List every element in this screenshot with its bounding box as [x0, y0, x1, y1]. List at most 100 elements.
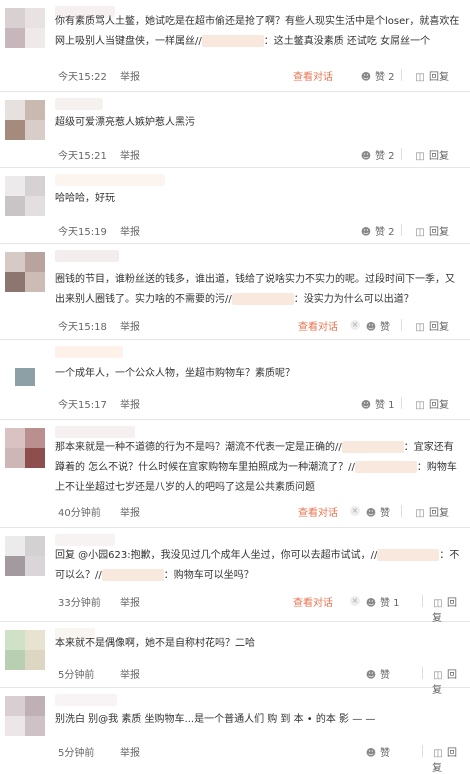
avatar[interactable] [5, 536, 45, 576]
comment-meta: 5分钟前 举报 ☻ 赞 ◫ 回复 [58, 744, 462, 774]
divider [401, 505, 402, 517]
reply-button[interactable]: ◫ 回复 [414, 396, 449, 411]
avatar[interactable] [5, 8, 45, 48]
comment-item: 一个成年人，一个公众人物，坐超市购物车？素质呢？ 今天15:17 举报 ☻ 赞 1… [0, 340, 470, 420]
comment-item: 圈钱的节目，谁粉丝送的钱多，谁出道，钱给了说啥实力不实力的呢。过段时间下一季，又… [0, 244, 470, 340]
thumbs-up-icon: ☻ [365, 670, 377, 681]
thumbs-up-icon: ☻ [365, 598, 377, 609]
divider [401, 224, 402, 236]
comment-time: 今天15:19 [58, 227, 107, 238]
comment-item: 那本来就是一种不道德的行为不是吗？潮流不代表一定是正确的//：宜家还有蹲着的 怎… [0, 420, 470, 528]
divider [401, 319, 402, 331]
avatar[interactable] [5, 348, 45, 388]
reply-button[interactable]: ◫ 回复 [414, 504, 449, 519]
like-button[interactable]: ☻ 赞 [365, 318, 390, 333]
username[interactable] [55, 534, 115, 546]
report-link[interactable]: 举报 [120, 318, 140, 333]
divider [422, 667, 423, 679]
comment-text: 你有素质骂人土鳖，她试吃是在超市偷还是抢了啊？有些人现实生活中是个loser，就… [55, 16, 460, 47]
comment-time: 5分钟前 [58, 670, 95, 681]
like-button[interactable]: ☻ 赞 1 [365, 594, 400, 609]
comment-item: 别洗白 别@我 素质 坐购物车...是一个普通人们 购 到 本 • 的本 影 —… [0, 688, 470, 774]
comment-meta: 今天15:21 举报 ☻ 赞 2 ◫ 回复 [58, 147, 462, 163]
comment-text: 回复 @小园623:抱歉，我没见过几个成年人坐过，你可以去超市试试，//：不可以… [55, 549, 460, 581]
like-button[interactable]: ☻ 赞 2 [360, 68, 395, 83]
reply-button[interactable]: ◫ 回复 [414, 68, 449, 83]
comment-time: 33分钟前 [58, 598, 101, 609]
reply-button[interactable]: ◫ 回复 [414, 318, 449, 333]
comment-text: 一个成年人，一个公众人物，坐超市购物车？素质呢？ [55, 368, 295, 379]
comment-item: 本来就不是偶像啊，她不是自称村花吗？二哈 5分钟前 举报 ☻ 赞 ◫ 回复 [0, 622, 470, 696]
avatar[interactable] [5, 428, 45, 468]
comment-meta: 33分钟前 举报 查看对话 × ☻ 赞 1 ◫ 回复 [58, 594, 462, 624]
like-button[interactable]: ☻ 赞 [365, 666, 390, 681]
username[interactable] [55, 694, 117, 706]
comment-meta: 今天15:22 举报 查看对话 ☻ 赞 2 ◫ 回复 [58, 68, 462, 84]
comment-text: 那本来就是一种不道德的行为不是吗？潮流不代表一定是正确的//：宜家还有蹲着的 怎… [55, 441, 457, 493]
delete-icon[interactable]: × [350, 506, 360, 516]
reply-button[interactable]: ◫ 回复 [432, 744, 462, 774]
username[interactable] [55, 250, 119, 262]
view-conversation-link[interactable]: 查看对话 [293, 594, 333, 609]
reply-icon: ◫ [433, 598, 443, 609]
avatar[interactable] [5, 252, 45, 292]
reply-icon: ◫ [415, 72, 425, 83]
thumbs-up-icon: ☻ [360, 72, 372, 83]
comment-time: 今天15:21 [58, 151, 107, 162]
thumbs-up-icon: ☻ [360, 151, 372, 162]
comment-item: 超级可爱漂亮惹人嫉妒惹人黑污 今天15:21 举报 ☻ 赞 2 ◫ 回复 [0, 92, 470, 168]
report-link[interactable]: 举报 [120, 504, 140, 519]
report-link[interactable]: 举报 [120, 594, 140, 609]
comment-meta: 5分钟前 举报 ☻ 赞 ◫ 回复 [58, 666, 462, 696]
report-link[interactable]: 举报 [120, 666, 140, 681]
reply-icon: ◫ [433, 670, 443, 681]
like-button[interactable]: ☻ 赞 2 [360, 223, 395, 238]
reply-icon: ◫ [415, 322, 425, 333]
username[interactable] [55, 98, 103, 110]
like-button[interactable]: ☻ 赞 1 [360, 396, 395, 411]
view-conversation-link[interactable]: 查看对话 [293, 68, 333, 83]
delete-icon[interactable]: × [350, 596, 360, 606]
avatar[interactable] [5, 696, 45, 736]
report-link[interactable]: 举报 [120, 147, 140, 162]
view-conversation-link[interactable]: 查看对话 [298, 504, 338, 519]
comment-time: 5分钟前 [58, 748, 95, 759]
report-link[interactable]: 举报 [120, 68, 140, 83]
report-link[interactable]: 举报 [120, 396, 140, 411]
like-button[interactable]: ☻ 赞 [365, 744, 390, 759]
username[interactable] [55, 346, 123, 358]
report-link[interactable]: 举报 [120, 223, 140, 238]
comment-meta: 今天15:18 举报 查看对话 × ☻ 赞 ◫ 回复 [58, 318, 462, 334]
like-button[interactable]: ☻ 赞 [365, 504, 390, 519]
comment-text: 别洗白 别@我 素质 坐购物车...是一个普通人们 购 到 本 • 的本 影 —… [55, 714, 376, 725]
reply-button[interactable]: ◫ 回复 [414, 147, 449, 162]
comment-meta: 今天15:19 举报 ☻ 赞 2 ◫ 回复 [58, 223, 462, 239]
username[interactable] [55, 426, 135, 438]
comment-text: 哈哈哈，好玩 [55, 193, 115, 204]
divider [422, 745, 423, 757]
reply-icon: ◫ [415, 400, 425, 411]
reply-icon: ◫ [415, 227, 425, 238]
avatar[interactable] [5, 100, 45, 140]
comment-text: 本来就不是偶像啊，她不是自称村花吗？二哈 [55, 638, 255, 649]
username[interactable] [55, 174, 165, 186]
view-conversation-link[interactable]: 查看对话 [298, 318, 338, 333]
reply-icon: ◫ [433, 748, 443, 759]
like-button[interactable]: ☻ 赞 2 [360, 147, 395, 162]
comment-time: 40分钟前 [58, 508, 101, 519]
comment-time: 今天15:18 [58, 322, 107, 333]
avatar[interactable] [5, 630, 45, 670]
avatar[interactable] [5, 176, 45, 216]
divider [422, 595, 423, 607]
reply-icon: ◫ [415, 508, 425, 519]
thumbs-up-icon: ☻ [360, 227, 372, 238]
comment-text: 圈钱的节目，谁粉丝送的钱多，谁出道，钱给了说啥实力不实力的呢。过段时间下一季，又… [55, 274, 455, 305]
reply-button[interactable]: ◫ 回复 [432, 594, 462, 624]
thumbs-up-icon: ☻ [365, 508, 377, 519]
comment-meta: 今天15:17 举报 ☻ 赞 1 ◫ 回复 [58, 396, 462, 412]
comment-item: 回复 @小园623:抱歉，我没见过几个成年人坐过，你可以去超市试试，//：不可以… [0, 528, 470, 624]
report-link[interactable]: 举报 [120, 744, 140, 759]
delete-icon[interactable]: × [350, 320, 360, 330]
reply-button[interactable]: ◫ 回复 [414, 223, 449, 238]
comment-item: 你有素质骂人土鳖，她试吃是在超市偷还是抢了啊？有些人现实生活中是个loser，就… [0, 0, 470, 92]
